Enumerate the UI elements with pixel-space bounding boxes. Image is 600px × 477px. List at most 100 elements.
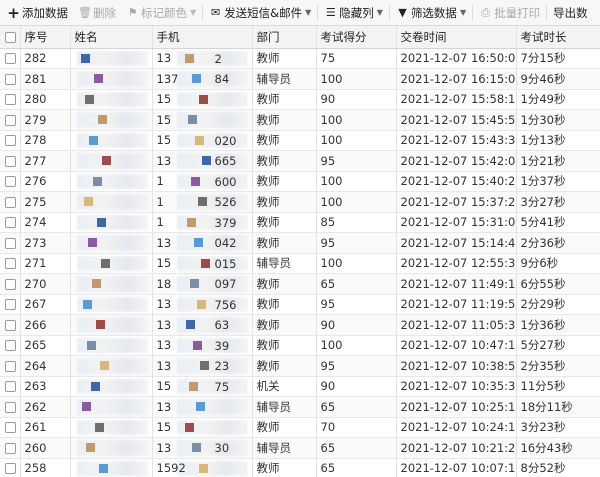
toolbar-divider [202,4,204,21]
row-checkbox[interactable] [0,150,21,172]
row-checkbox[interactable] [0,89,21,110]
row-checkbox[interactable] [0,253,21,274]
row-id: 261 [20,417,71,438]
row-dept: 教师 [252,294,317,315]
column-header-duration[interactable]: 考试时长 [516,26,600,49]
row-name-redacted [70,109,153,131]
row-checkbox[interactable] [0,68,21,90]
row-phone-redacted: 13 756 [152,294,253,315]
table-row[interactable]: 271 15 015 辅导员 100 2021-12-07 12:55:30 9分6秒 [0,253,600,274]
row-dept: 教师 [252,89,317,110]
column-header-dept[interactable]: 部门 [252,26,317,49]
phone-prefix: 1 [156,194,164,209]
row-score: 75 [316,48,397,69]
row-submit-time: 2021-12-07 10:38:55 [396,355,517,377]
table-row[interactable]: 276 1 600 教师 100 2021-12-07 15:40:27 1分37秒 [0,171,600,192]
row-checkbox[interactable] [0,355,21,377]
send-sms-email-button[interactable]: ✉ 发送短信&邮件 ▼ [204,1,316,25]
row-id: 258 [20,458,71,477]
table-row[interactable]: 277 13 665 教师 95 2021-12-07 15:42:04 1分21秒 [0,150,600,172]
row-checkbox[interactable] [0,458,21,477]
row-name-redacted [70,232,153,254]
export-button[interactable]: 导出数 [548,1,593,25]
batch-print-button[interactable]: ⎙ 批量打印 [474,1,545,25]
row-score: 100 [316,335,397,356]
table-row[interactable]: 260 13 30 辅导员 65 2021-12-07 10:21:21 16分43秒 [0,437,600,459]
phone-prefix: 13 [156,51,172,66]
row-checkbox[interactable] [0,437,21,459]
row-checkbox[interactable] [0,273,21,295]
table-row[interactable]: 274 1 379 教师 85 2021-12-07 15:31:04 5分41秒 [0,212,600,233]
row-phone-redacted: 137 84 [152,68,253,90]
table-row[interactable]: 280 15 教师 90 2021-12-07 15:58:15 1分49秒 [0,89,600,110]
table-row[interactable]: 264 13 23 教师 95 2021-12-07 10:38:55 2分35秒 [0,355,600,377]
row-checkbox[interactable] [0,294,21,315]
chevron-down-icon: ▼ [376,8,383,17]
row-phone-redacted: 15 015 [152,253,253,274]
row-score: 100 [316,130,397,151]
chevron-down-icon: ▼ [459,8,467,17]
add-data-button[interactable]: + 添加数据 [2,1,73,25]
filter-data-button[interactable]: ▼ 筛选数据 ▼ [391,1,471,25]
row-id: 277 [20,150,71,172]
column-header-submit-time[interactable]: 交卷时间 [396,26,517,49]
select-all-checkbox[interactable] [0,26,21,49]
table-row[interactable]: 275 1 526 教师 100 2021-12-07 15:37:24 3分27秒 [0,191,600,213]
row-checkbox[interactable] [0,376,21,397]
row-submit-time: 2021-12-07 15:14:45 [396,232,517,254]
row-checkbox[interactable] [0,335,21,356]
table-row[interactable]: 278 15 020 教师 100 2021-12-07 15:43:33 1分13秒 [0,130,600,151]
row-checkbox[interactable] [0,212,21,233]
phone-suffix: 84 [214,72,230,86]
row-checkbox[interactable] [0,130,21,151]
phone-prefix: 15 [156,112,172,127]
table-row[interactable]: 281 137 84 辅导员 100 2021-12-07 16:15:09 9分46秒 [0,68,600,90]
table-row[interactable]: 263 15 75 机关 90 2021-12-07 10:35:36 11分5秒 [0,376,600,397]
row-checkbox[interactable] [0,417,21,438]
row-name-redacted [70,89,153,110]
phone-suffix: 75 [214,379,230,394]
phone-suffix: 015 [214,256,237,271]
column-header-id[interactable]: 序号 [20,26,71,49]
row-dept: 教师 [252,109,317,131]
row-checkbox[interactable] [0,314,21,336]
table-row[interactable]: 262 13 辅导员 65 2021-12-07 10:25:19 18分11秒 [0,396,600,418]
chevron-down-icon: ▼ [305,8,312,17]
row-dept: 教师 [252,355,317,377]
table-row[interactable]: 270 18 097 教师 65 2021-12-07 11:49:19 6分55秒 [0,273,600,295]
row-submit-time: 2021-12-07 10:35:36 [396,376,517,397]
table-row[interactable]: 258 1592 教师 65 2021-12-07 10:07:14 8分52秒 [0,458,600,477]
row-score: 90 [316,314,397,336]
row-phone-redacted: 13 63 [152,314,253,336]
phone-suffix: 379 [214,215,237,230]
phone-prefix: 15 [156,379,172,394]
row-checkbox[interactable] [0,171,21,192]
table-row[interactable]: 273 13 042 教师 95 2021-12-07 15:14:45 2分36秒 [0,232,600,254]
column-header-name[interactable]: 姓名 [70,26,153,49]
row-dept: 教师 [252,48,317,69]
row-checkbox[interactable] [0,232,21,254]
table-row[interactable]: 267 13 756 教师 95 2021-12-07 11:19:50 2分29秒 [0,294,600,315]
row-phone-redacted: 1 379 [152,212,253,233]
row-checkbox[interactable] [0,48,21,69]
row-checkbox[interactable] [0,109,21,131]
table-row[interactable]: 282 13 2 教师 75 2021-12-07 16:50:00 7分15秒 [0,48,600,69]
hide-columns-button[interactable]: ☰ 隐藏列 ▼ [319,1,388,25]
row-checkbox[interactable] [0,191,21,213]
envelope-icon: ✉ [211,6,221,19]
delete-button[interactable]: 🗑 删除 [73,1,121,25]
table-row[interactable]: 261 15 教师 70 2021-12-07 10:24:10 3分23秒 [0,417,600,438]
phone-suffix: 23 [214,359,230,373]
mark-color-button[interactable]: ⚑ 标记颜色 ▼ [121,1,201,25]
row-name-redacted [70,335,153,356]
column-header-phone[interactable]: 手机 [152,26,253,49]
row-dept: 教师 [252,232,317,254]
row-checkbox[interactable] [0,396,21,418]
table-row[interactable]: 265 13 39 教师 100 2021-12-07 10:47:18 5分27秒 [0,335,600,356]
phone-suffix: 756 [214,297,237,312]
column-header-score[interactable]: 考试得分 [316,26,397,49]
row-id: 266 [20,314,71,336]
table-row[interactable]: 266 13 63 教师 90 2021-12-07 11:05:32 1分36秒 [0,314,600,336]
table-row[interactable]: 279 15 教师 100 2021-12-07 15:45:59 1分30秒 [0,109,600,131]
row-submit-time: 2021-12-07 11:19:50 [396,294,517,315]
